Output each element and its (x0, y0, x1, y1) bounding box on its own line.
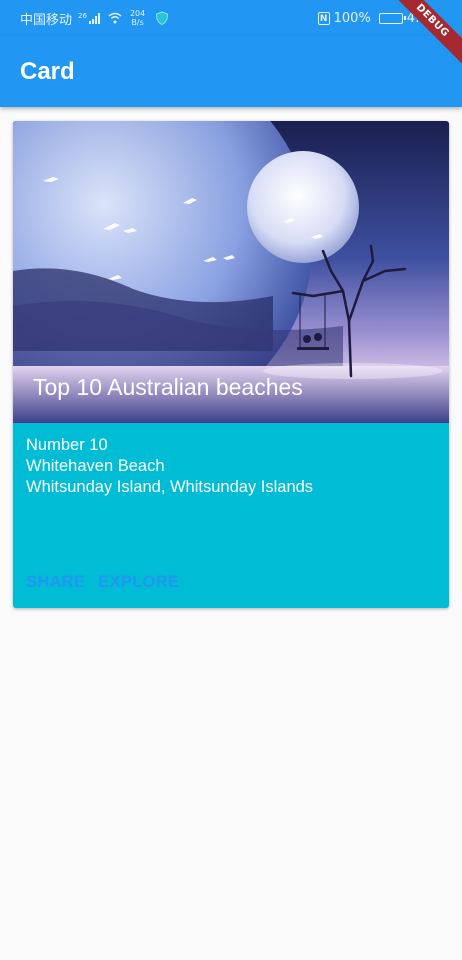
beach-card: Top 10 Australian beaches Number 10 Whit… (13, 121, 449, 608)
shield-icon (156, 11, 169, 25)
network-type: 26 (78, 12, 87, 20)
battery-icon (378, 12, 406, 24)
explore-button[interactable]: EXPLORE (98, 573, 179, 592)
speed-value: 204 (129, 9, 146, 18)
battery-percent: 100% (333, 10, 371, 26)
card-line-location: Whitsunday Island, Whitsunday Islands (26, 478, 314, 496)
network-speed: 204 B/s (130, 9, 145, 27)
card-image-title: Top 10 Australian beaches (33, 374, 303, 400)
share-button[interactable]: SHARE (26, 573, 85, 592)
nfc-icon: N (317, 11, 330, 25)
card-actions: SHARE EXPLORE (26, 573, 179, 592)
app-bar: Card (0, 36, 462, 107)
status-left: 中国移动 26 204 B/s (0, 9, 169, 28)
carrier-name: 中国移动 (20, 12, 73, 28)
card-body: Number 10 Whitehaven Beach Whitsunday Is… (26, 435, 313, 498)
speed-unit: B/s (131, 18, 144, 27)
page-title: Card (20, 57, 75, 85)
cell-signal-icon: 26 (78, 12, 100, 24)
wifi-icon (108, 12, 122, 24)
card-line-beach: Whitehaven Beach (26, 457, 165, 475)
status-bar: 中国移动 26 204 B/s N 100% 4:29 (0, 0, 462, 36)
card-line-number: Number 10 (26, 436, 108, 454)
